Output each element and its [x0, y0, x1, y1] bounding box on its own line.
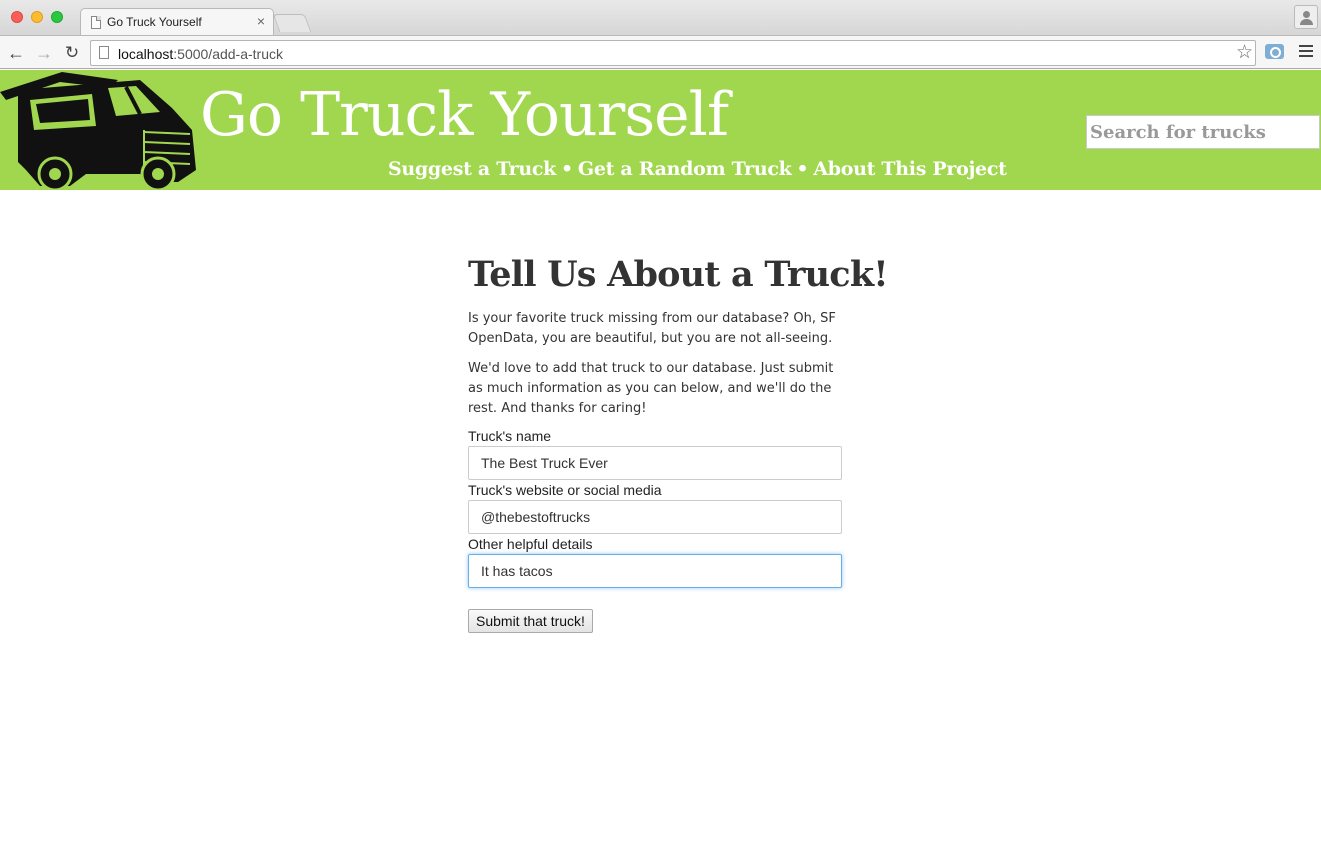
- truck-name-label: Truck's name: [468, 428, 552, 444]
- forward-arrow-icon[interactable]: →: [33, 42, 55, 64]
- nav-suggest-truck-link[interactable]: Suggest a Truck: [388, 158, 556, 180]
- truck-website-input[interactable]: [468, 500, 842, 534]
- nav-about-link[interactable]: About This Project: [813, 158, 1007, 180]
- url-text[interactable]: localhost:5000/add-a-truck: [118, 46, 283, 62]
- search-input[interactable]: [1086, 115, 1320, 149]
- nav-separator: •: [561, 158, 573, 180]
- new-tab-button[interactable]: [272, 14, 312, 32]
- minimize-window-button[interactable]: [31, 11, 43, 23]
- nav-separator: •: [796, 158, 809, 180]
- truck-details-label: Other helpful details: [468, 536, 593, 552]
- profile-icon[interactable]: [1294, 5, 1318, 29]
- back-arrow-icon[interactable]: ←: [5, 42, 27, 64]
- truck-website-label: Truck's website or social media: [468, 482, 662, 498]
- zoom-window-button[interactable]: [51, 11, 63, 23]
- tab-close-icon[interactable]: ×: [257, 13, 265, 29]
- intro-paragraph: Is your favorite truck missing from our …: [468, 311, 836, 346]
- browser-toolbar: ← → ↻ localhost:5000/add-a-truck ☆: [0, 35, 1321, 69]
- site-title[interactable]: Go Truck Yourself: [200, 80, 729, 150]
- submit-truck-button[interactable]: Submit that truck!: [468, 609, 593, 633]
- reload-icon[interactable]: ↻: [61, 42, 83, 64]
- add-truck-form: Truck's name Truck's website or social m…: [468, 428, 844, 633]
- page-icon: [99, 46, 109, 59]
- truck-name-input[interactable]: [468, 446, 842, 480]
- close-window-button[interactable]: [11, 11, 23, 23]
- truck-details-input[interactable]: [468, 554, 842, 588]
- hamburger-menu-icon[interactable]: [1299, 45, 1313, 59]
- bookmark-star-icon[interactable]: ☆: [1236, 42, 1253, 64]
- nav-random-truck-link[interactable]: Get a Random Truck: [578, 158, 792, 180]
- food-truck-logo-icon[interactable]: [0, 70, 205, 190]
- url-host: localhost: [118, 46, 174, 62]
- main-content: Tell Us About a Truck! Is your favorite …: [468, 254, 889, 633]
- site-nav: Suggest a Truck • Get a Random Truck • About…: [388, 158, 1007, 180]
- instructions-paragraph: We'd love to add that truck to our datab…: [468, 361, 834, 416]
- browser-tab[interactable]: Go Truck Yourself ×: [80, 8, 274, 36]
- url-path: :5000/add-a-truck: [173, 46, 283, 62]
- page-title: Tell Us About a Truck!: [468, 254, 889, 295]
- site-header: Go Truck Yourself Suggest a Truck • Get a …: [0, 70, 1321, 190]
- tab-title: Go Truck Yourself: [107, 15, 202, 29]
- browser-tab-strip: Go Truck Yourself ×: [0, 0, 1321, 36]
- address-bar[interactable]: localhost:5000/add-a-truck ☆: [90, 40, 1256, 66]
- page-icon: [91, 16, 101, 29]
- camera-icon[interactable]: [1265, 44, 1284, 59]
